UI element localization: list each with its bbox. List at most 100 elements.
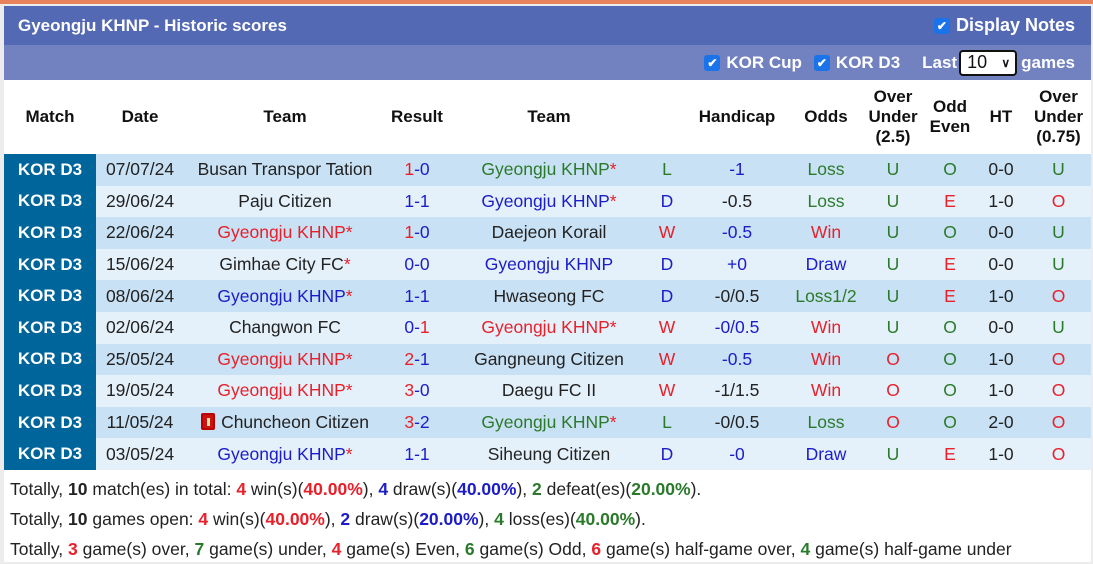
away-team[interactable]: Gyeongju KHNP* <box>448 154 650 186</box>
table-row[interactable]: KOR D3 03/05/24 Gyeongju KHNP* 1-1 Siheung C… <box>4 438 1091 470</box>
over-under-075: U <box>1026 217 1091 249</box>
halftime-score: 1-0 <box>976 438 1026 470</box>
away-team[interactable]: Gyeongju KHNP* <box>448 185 650 218</box>
away-team[interactable]: Daejeon Korail <box>448 217 650 249</box>
table-row[interactable]: KOR D3 08/06/24 Gyeongju KHNP* 1-1 Hwaseong … <box>4 280 1091 312</box>
league-badge[interactable]: KOR D3 <box>4 217 96 249</box>
home-team[interactable]: Chuncheon Citizen <box>184 406 386 439</box>
win-draw-loss: W <box>650 375 684 407</box>
over-under-25: U <box>862 217 924 249</box>
historic-scores-panel: Gyeongju KHNP - Historic scores ✔ Displa… <box>4 6 1091 562</box>
away-team[interactable]: Gyeongju KHNP* <box>448 311 650 344</box>
summary-text: games open: <box>87 508 199 529</box>
home-team[interactable]: Changwon FC <box>184 311 386 344</box>
star-marker: * <box>609 317 617 338</box>
match-date: 29/06/24 <box>96 185 184 218</box>
summary-text: ). <box>635 508 646 529</box>
home-team[interactable]: Gyeongju KHNP* <box>184 217 386 249</box>
match-result[interactable]: 1-1 <box>386 185 448 218</box>
star-marker: * <box>345 348 353 369</box>
away-team[interactable]: Gyeongju KHNP* <box>448 406 650 439</box>
table-row[interactable]: KOR D3 11/05/24 Chuncheon Citizen 3-2 Gyeong… <box>4 406 1091 439</box>
match-result[interactable]: 0-0 <box>386 248 448 281</box>
odd-even: O <box>924 154 976 186</box>
handicap-value: -0/0.5 <box>684 311 790 344</box>
summary-count: 10 <box>68 508 88 529</box>
table-row[interactable]: KOR D3 19/05/24 Gyeongju KHNP* 3-0 Daegu FC … <box>4 375 1091 407</box>
home-team[interactable]: Gyeongju KHNP* <box>184 375 386 407</box>
odds-result: Loss <box>790 406 862 439</box>
odd-even: O <box>924 343 976 376</box>
league-badge[interactable]: KOR D3 <box>4 248 96 281</box>
league-badge[interactable]: KOR D3 <box>4 154 96 186</box>
star-marker: * <box>345 285 353 306</box>
home-team[interactable]: Gyeongju KHNP* <box>184 280 386 312</box>
home-team-name: Gyeongju KHNP <box>217 222 346 243</box>
league-badge[interactable]: KOR D3 <box>4 185 96 218</box>
star-marker: * <box>345 380 353 401</box>
win-draw-loss: D <box>650 248 684 281</box>
table-row[interactable]: KOR D3 22/06/24 Gyeongju KHNP* 1-0 Daejeon K… <box>4 217 1091 249</box>
away-team-name: Gyeongju KHNP <box>481 159 610 180</box>
halftime-score: 1-0 <box>976 375 1026 407</box>
league-badge[interactable]: KOR D3 <box>4 311 96 344</box>
summary-text: win(s)( <box>246 478 304 499</box>
away-team[interactable]: Gyeongju KHNP <box>448 248 650 281</box>
header-result: Result <box>386 80 448 154</box>
odds-result: Loss1/2 <box>790 280 862 312</box>
over-under-075: U <box>1026 311 1091 344</box>
kor-d3-checkbox[interactable]: ✔ <box>813 54 830 71</box>
summary-text: game(s) over, <box>77 538 195 559</box>
odd-even: O <box>924 217 976 249</box>
odds-result: Win <box>790 217 862 249</box>
league-badge[interactable]: KOR D3 <box>4 438 96 470</box>
over-under-075: O <box>1026 343 1091 376</box>
away-team[interactable]: Gangneung Citizen <box>448 343 650 376</box>
display-notes-toggle[interactable]: ✔ Display Notes <box>933 15 1075 36</box>
home-team[interactable]: Gyeongju KHNP* <box>184 438 386 470</box>
summary-count: 40.00% <box>265 508 325 529</box>
away-team[interactable]: Daegu FC II <box>448 375 650 407</box>
handicap-value: -0/0.5 <box>684 280 790 312</box>
match-result[interactable]: 1-0 <box>386 154 448 186</box>
table-row[interactable]: KOR D3 02/06/24 Changwon FC 0-1 Gyeongju KHN… <box>4 311 1091 344</box>
home-team[interactable]: Gimhae City FC* <box>184 248 386 281</box>
table-row[interactable]: KOR D3 29/06/24 Paju Citizen 1-1 Gyeongju KH… <box>4 185 1091 218</box>
league-badge[interactable]: KOR D3 <box>4 375 96 407</box>
table-row[interactable]: KOR D3 25/05/24 Gyeongju KHNP* 2-1 Gangneung… <box>4 343 1091 376</box>
match-result[interactable]: 2-1 <box>386 343 448 376</box>
over-under-075: U <box>1026 248 1091 281</box>
halftime-score: 1-0 <box>976 343 1026 376</box>
away-score: 1 <box>419 317 430 338</box>
table-row[interactable]: KOR D3 15/06/24 Gimhae City FC* 0-0 Gyeongju… <box>4 248 1091 281</box>
checkbox-checked-icon[interactable]: ✔ <box>933 17 950 34</box>
summary-line-overunder: Totally, 3 game(s) over, 7 game(s) under… <box>10 534 1091 564</box>
match-date: 15/06/24 <box>96 248 184 281</box>
match-result[interactable]: 0-1 <box>386 311 448 344</box>
last-games-select[interactable]: 10 ∨ <box>959 49 1018 76</box>
summary-count: 4 <box>800 538 811 559</box>
match-result[interactable]: 1-1 <box>386 280 448 312</box>
summary-text: game(s) Even, <box>341 538 465 559</box>
away-team[interactable]: Hwaseong FC <box>448 280 650 312</box>
match-date: 19/05/24 <box>96 375 184 407</box>
league-badge[interactable]: KOR D3 <box>4 406 96 439</box>
home-team[interactable]: Paju Citizen <box>184 185 386 218</box>
over-under-25: U <box>862 438 924 470</box>
match-result[interactable]: 1-1 <box>386 438 448 470</box>
match-result[interactable]: 1-0 <box>386 217 448 249</box>
top-strip <box>0 0 1093 4</box>
match-result[interactable]: 3-2 <box>386 406 448 439</box>
away-team[interactable]: Siheung Citizen <box>448 438 650 470</box>
away-team-name: Daegu FC II <box>501 380 597 401</box>
table-row[interactable]: KOR D3 07/07/24 Busan Transpor Tation 1-0 Gy… <box>4 154 1091 186</box>
kor-cup-checkbox[interactable]: ✔ <box>704 54 721 71</box>
league-badge[interactable]: KOR D3 <box>4 343 96 376</box>
home-team[interactable]: Busan Transpor Tation <box>184 154 386 186</box>
league-badge[interactable]: KOR D3 <box>4 280 96 312</box>
home-team[interactable]: Gyeongju KHNP* <box>184 343 386 376</box>
match-result[interactable]: 3-0 <box>386 375 448 407</box>
header-over-under-075: Over Under (0.75) <box>1026 80 1091 154</box>
win-draw-loss: D <box>650 280 684 312</box>
panel-title: Gyeongju KHNP - Historic scores <box>18 15 287 35</box>
